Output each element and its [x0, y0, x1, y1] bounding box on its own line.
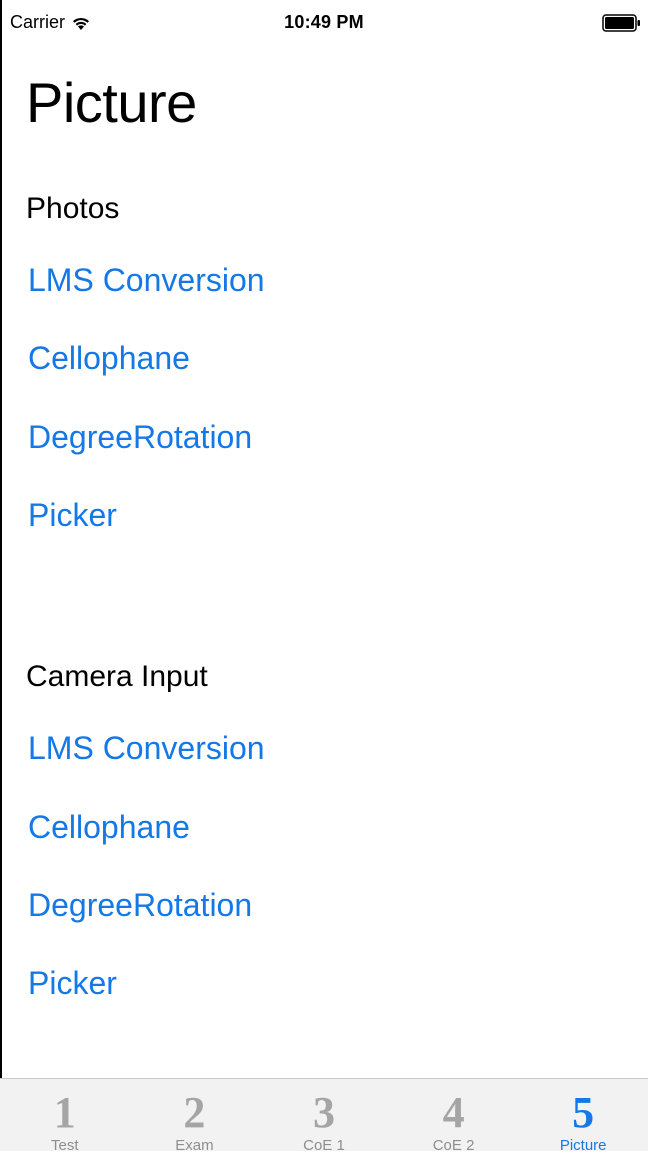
- camera-cellophane-link[interactable]: Cellophane: [28, 809, 190, 846]
- section-header-camera-input: Camera Input: [26, 660, 208, 693]
- page-title: Picture: [26, 71, 197, 134]
- camera-picker-link[interactable]: Picker: [28, 965, 117, 1002]
- camera-lms-conversion-link[interactable]: LMS Conversion: [28, 730, 265, 767]
- tab-number-icon: 3: [312, 1088, 335, 1137]
- tab-picture[interactable]: 5 Picture: [518, 1079, 648, 1154]
- tab-number-icon: 5: [572, 1088, 595, 1137]
- tab-label: Exam: [175, 1137, 214, 1154]
- tab-label: CoE 2: [432, 1137, 475, 1154]
- tab-bar: 1 Test 2 Exam 3 CoE 1 4 CoE 2 5 Picture: [0, 1078, 648, 1154]
- tab-exam[interactable]: 2 Exam: [130, 1079, 260, 1154]
- battery-icon: [602, 14, 640, 32]
- section-header-photos: Photos: [26, 192, 120, 225]
- tab-coe-1[interactable]: 3 CoE 1: [259, 1079, 389, 1154]
- status-time: 10:49 PM: [284, 12, 364, 32]
- tab-label: CoE 1: [303, 1137, 345, 1154]
- photos-lms-conversion-link[interactable]: LMS Conversion: [28, 262, 265, 299]
- tab-label: Picture: [559, 1137, 607, 1154]
- tab-coe-2[interactable]: 4 CoE 2: [389, 1079, 519, 1154]
- screen-edge: [0, 0, 2, 1151]
- photos-picker-link[interactable]: Picker: [28, 497, 117, 534]
- photos-degree-rotation-link[interactable]: DegreeRotation: [28, 419, 252, 456]
- camera-degree-rotation-link[interactable]: DegreeRotation: [28, 887, 252, 924]
- photos-cellophane-link[interactable]: Cellophane: [28, 340, 190, 377]
- tab-test[interactable]: 1 Test: [0, 1079, 130, 1154]
- tab-number-icon: 1: [53, 1088, 76, 1137]
- tab-label: Test: [51, 1137, 79, 1154]
- status-bar: Carrier 10:49 PM: [0, 0, 648, 40]
- tab-number-icon: 2: [183, 1088, 206, 1137]
- tab-number-icon: 4: [442, 1088, 465, 1137]
